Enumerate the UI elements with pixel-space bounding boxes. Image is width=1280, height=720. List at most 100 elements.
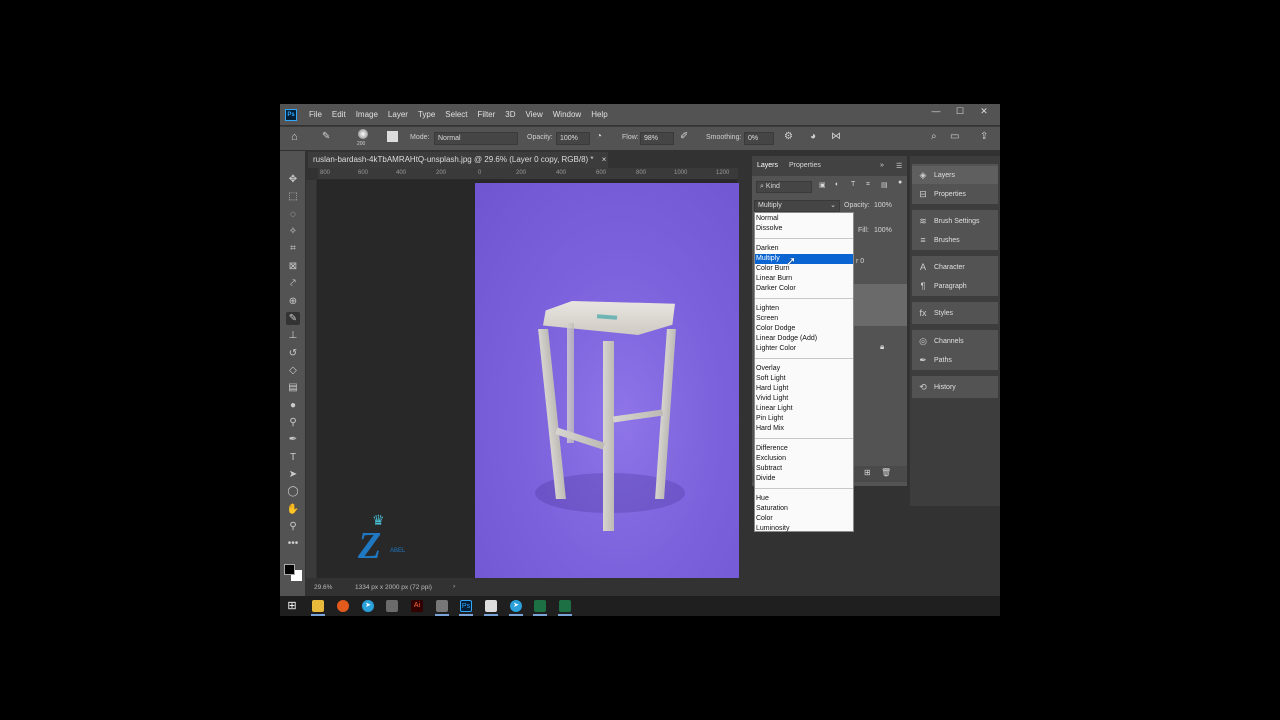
close-tab-icon[interactable]: × xyxy=(602,155,607,164)
share-icon[interactable]: ⇪ xyxy=(980,131,988,142)
photoshop-taskbar-icon[interactable]: Ps xyxy=(460,600,472,612)
pressure-opacity-icon[interactable]: ◔ xyxy=(596,131,602,142)
flow-field[interactable]: 98% xyxy=(640,132,674,145)
status-menu-arrow-icon[interactable]: › xyxy=(453,583,455,590)
blend-mode-dropdown[interactable]: Multiply ⌄ xyxy=(754,200,840,212)
menu-layer[interactable]: Layer xyxy=(388,110,408,119)
brush-tool-icon[interactable]: ✎ xyxy=(286,312,300,325)
blend-option-exclusion[interactable]: Exclusion xyxy=(755,454,853,464)
firefox-icon[interactable] xyxy=(337,600,349,612)
search-icon[interactable]: ⌕ xyxy=(931,131,937,142)
blend-option-normal[interactable]: Normal xyxy=(755,214,853,224)
brush-opacity-field[interactable]: 100% xyxy=(556,132,590,145)
blend-option-divide[interactable]: Divide xyxy=(755,474,853,484)
app-icon-2[interactable] xyxy=(436,600,448,612)
foreground-color-swatch[interactable] xyxy=(284,564,295,575)
filter-smart-object-icon[interactable]: ▤ xyxy=(881,181,888,189)
menu-edit[interactable]: Edit xyxy=(332,110,346,119)
brush-preset-icon[interactable] xyxy=(358,129,368,139)
excel-icon[interactable] xyxy=(534,600,546,612)
filter-type-icon[interactable]: T xyxy=(851,181,855,188)
panel-menu-icon[interactable]: ☰ xyxy=(896,162,902,170)
close-window-button[interactable]: ✕ xyxy=(974,104,994,120)
windows-start-icon[interactable]: ⊞ xyxy=(286,600,298,612)
blend-option-hard-mix[interactable]: Hard Mix xyxy=(755,424,853,434)
frame-tool-icon[interactable]: ⊠ xyxy=(286,260,300,273)
lasso-tool-icon[interactable]: ◌ xyxy=(286,208,300,221)
filter-pixel-icon[interactable]: ▣ xyxy=(819,181,826,189)
telegram-icon-2[interactable]: ➤ xyxy=(510,600,522,612)
file-explorer-icon[interactable] xyxy=(312,600,324,612)
menu-help[interactable]: Help xyxy=(591,110,607,119)
maximize-button[interactable]: ☐ xyxy=(950,104,970,120)
type-tool-icon[interactable]: T xyxy=(286,451,300,464)
dock-item-paths[interactable]: ✒ Paths xyxy=(912,351,998,369)
menu-file[interactable]: File xyxy=(309,110,322,119)
quick-select-tool-icon[interactable]: ✧ xyxy=(286,225,300,238)
clone-stamp-tool-icon[interactable]: ⊥ xyxy=(286,329,300,342)
blend-option-saturation[interactable]: Saturation xyxy=(755,504,853,514)
document-tab[interactable]: ruslan-bardash-4kTbAMRAHtQ-unsplash.jpg … xyxy=(308,152,608,168)
dodge-tool-icon[interactable]: ⚲ xyxy=(286,416,300,429)
telegram-icon[interactable]: ➤ xyxy=(362,600,374,612)
move-tool-icon[interactable]: ✥ xyxy=(286,173,300,186)
blend-option-hard-light[interactable]: Hard Light xyxy=(755,384,853,394)
menu-select[interactable]: Select xyxy=(445,110,467,119)
history-brush-tool-icon[interactable]: ↺ xyxy=(286,347,300,360)
blend-option-hue[interactable]: Hue xyxy=(755,494,853,504)
brush-panel-toggle-icon[interactable] xyxy=(387,131,398,142)
zoom-tool-icon[interactable]: ⚲ xyxy=(286,520,300,533)
dock-item-brushes[interactable]: ≡ Brushes xyxy=(912,231,998,249)
brush-tool-icon[interactable]: ✎ xyxy=(322,131,330,142)
blend-option-color[interactable]: Color xyxy=(755,514,853,524)
filter-adjustment-icon[interactable]: ◐ xyxy=(835,181,839,188)
blend-option-subtract[interactable]: Subtract xyxy=(755,464,853,474)
pen-tool-icon[interactable]: ✒ xyxy=(286,433,300,446)
eraser-tool-icon[interactable]: ◇ xyxy=(286,364,300,377)
blend-option-overlay[interactable]: Overlay xyxy=(755,364,853,374)
home-icon[interactable]: ⌂ xyxy=(291,131,298,143)
airbrush-icon[interactable]: ✐ xyxy=(680,131,688,142)
marquee-tool-icon[interactable]: ⬚ xyxy=(286,190,300,203)
zoom-level[interactable]: 29.6% xyxy=(314,584,332,591)
blend-option-color-dodge[interactable]: Color Dodge xyxy=(755,324,853,334)
blend-option-lighten[interactable]: Lighten xyxy=(755,304,853,314)
app-icon-3[interactable] xyxy=(485,600,497,612)
selected-layer-row[interactable] xyxy=(854,284,907,326)
blend-option-lighter-color[interactable]: Lighter Color xyxy=(755,344,853,354)
blend-option-color-burn[interactable]: Color Burn xyxy=(755,264,853,274)
dock-item-layers[interactable]: ◈ Layers xyxy=(912,166,998,184)
collapse-panel-icon[interactable]: » xyxy=(880,162,884,169)
dock-item-brush-settings[interactable]: ≋ Brush Settings xyxy=(912,212,998,230)
tab-layers[interactable]: Layers xyxy=(757,162,778,169)
blend-option-darken[interactable]: Darken xyxy=(755,244,853,254)
healing-brush-tool-icon[interactable]: ⊕ xyxy=(286,295,300,308)
tab-properties[interactable]: Properties xyxy=(789,162,821,169)
hand-tool-icon[interactable]: ✋ xyxy=(286,503,300,516)
new-layer-icon[interactable]: ⊞ xyxy=(864,468,871,477)
dock-item-properties[interactable]: ⊟ Properties xyxy=(912,185,998,203)
blend-option-pin-light[interactable]: Pin Light xyxy=(755,414,853,424)
eyedropper-tool-icon[interactable]: ⤤ xyxy=(286,277,300,290)
workspace-icon[interactable]: ▭ xyxy=(950,131,959,142)
layer-name-partial[interactable]: r 0 xyxy=(856,258,864,265)
menu-3d[interactable]: 3D xyxy=(505,110,515,119)
blend-option-dissolve[interactable]: Dissolve xyxy=(755,224,853,234)
lock-icon[interactable]: 🔒︎ xyxy=(880,342,884,352)
kind-filter-dropdown[interactable]: ⌕ Kind xyxy=(756,181,812,193)
excel-icon-2[interactable] xyxy=(559,600,571,612)
dock-item-character[interactable]: A Character xyxy=(912,258,998,276)
pressure-size-icon[interactable]: ◕ xyxy=(810,131,816,142)
dock-item-paragraph[interactable]: ¶ Paragraph xyxy=(912,277,998,295)
filter-toggle-icon[interactable]: ● xyxy=(898,179,902,186)
ellipse-tool-icon[interactable]: ◯ xyxy=(286,485,300,498)
symmetry-butterfly-icon[interactable]: ⋈ xyxy=(831,131,841,142)
gear-icon[interactable]: ⚙ xyxy=(784,131,793,142)
blend-option-linear-dodge-add[interactable]: Linear Dodge (Add) xyxy=(755,334,853,344)
blend-option-vivid-light[interactable]: Vivid Light xyxy=(755,394,853,404)
blend-option-multiply[interactable]: Multiply xyxy=(755,254,853,264)
path-select-tool-icon[interactable]: ➤ xyxy=(286,468,300,481)
filter-shape-icon[interactable]: ⌗ xyxy=(866,181,870,189)
blend-option-linear-light[interactable]: Linear Light xyxy=(755,404,853,414)
trash-icon[interactable]: 🗑︎ xyxy=(881,468,891,477)
